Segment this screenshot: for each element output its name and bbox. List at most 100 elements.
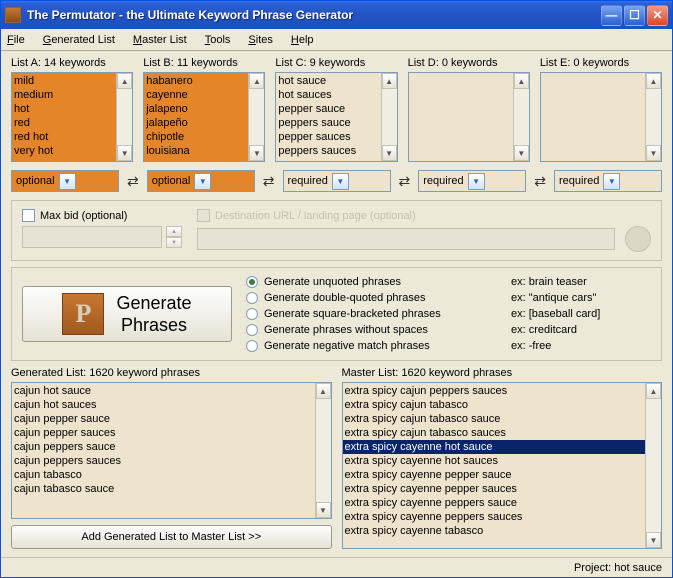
maxbid-stepper[interactable]: ▲▼ [166, 226, 182, 248]
list-item[interactable]: medium [14, 88, 114, 102]
list-item[interactable]: cajun tabasco [14, 468, 313, 482]
keyword-listbox[interactable]: ▲▼ [408, 72, 530, 162]
scroll-up-icon[interactable]: ▲ [249, 73, 264, 89]
list-item[interactable]: extra spicy cayenne peppers sauce [345, 496, 644, 510]
url-input[interactable] [197, 228, 615, 250]
titlebar[interactable]: The Permutator - the Ultimate Keyword Ph… [1, 1, 672, 29]
swap-button[interactable]: ⇄ [534, 173, 546, 190]
minimize-button[interactable]: — [601, 5, 622, 26]
radio-option[interactable]: Generate phrases without spaces [246, 324, 497, 336]
maxbid-input[interactable] [22, 226, 162, 248]
maxbid-check-row: Max bid (optional) [22, 209, 182, 222]
list-item[interactable]: hot sauce [278, 74, 378, 88]
keyword-listbox[interactable]: mildmediumhotredred hotvery hot ▲ ▼ [11, 72, 133, 162]
url-go-button[interactable] [625, 226, 651, 252]
list-item[interactable]: peppers sauce [278, 116, 378, 130]
list-item[interactable]: red [14, 116, 114, 130]
list-item[interactable]: extra spicy cayenne peppers sauces [345, 510, 644, 524]
master-list-label: Master List: 1620 keyword phrases [342, 367, 663, 379]
menu-tools[interactable]: Tools [205, 34, 231, 46]
chevron-down-icon: ▼ [194, 173, 211, 190]
opt-select[interactable]: required▼ [283, 170, 391, 192]
scroll-down-icon[interactable]: ▼ [514, 145, 529, 161]
radio-option[interactable]: Generate negative match phrases [246, 340, 497, 352]
list-item[interactable]: extra spicy cajun tabasco sauce [345, 412, 644, 426]
list-item[interactable]: hot sauces [278, 88, 378, 102]
list-item[interactable]: louisiana [146, 144, 246, 158]
radio-option[interactable]: Generate unquoted phrases [246, 276, 497, 288]
radio-option[interactable]: Generate double-quoted phrases [246, 292, 497, 304]
list-item[interactable]: mild [14, 74, 114, 88]
list-item[interactable]: red hot [14, 130, 114, 144]
opt-select[interactable]: optional▼ [147, 170, 255, 192]
master-listbox[interactable]: extra spicy cajun peppers saucesextra sp… [342, 382, 663, 549]
list-item[interactable]: jalapeno [146, 102, 246, 116]
list-item[interactable]: pepper sauce [278, 102, 378, 116]
list-item[interactable]: pepper sauces [278, 130, 378, 144]
scroll-up-icon[interactable]: ▲ [316, 383, 331, 399]
list-item[interactable]: cajun pepper sauce [14, 412, 313, 426]
scroll-down-icon[interactable]: ▼ [646, 145, 661, 161]
list-item[interactable]: extra spicy cayenne tabasco [345, 524, 644, 538]
list-item[interactable]: extra spicy cayenne pepper sauces [345, 482, 644, 496]
chevron-down-icon: ▼ [332, 173, 349, 190]
add-to-master-button[interactable]: Add Generated List to Master List >> [11, 525, 332, 549]
list-label: List D: 0 keywords [408, 57, 530, 69]
example-text: ex: "antique cars" [511, 292, 651, 304]
scroll-down-icon[interactable]: ▼ [249, 145, 264, 161]
list-item[interactable]: cajun peppers sauce [14, 440, 313, 454]
generated-listbox[interactable]: cajun hot saucecajun hot saucescajun pep… [11, 382, 332, 519]
scroll-down-icon[interactable]: ▼ [117, 145, 132, 161]
example-text: ex: creditcard [511, 324, 651, 336]
menu-master[interactable]: Master List [133, 34, 187, 46]
list-item[interactable]: extra spicy cayenne hot sauce [343, 440, 646, 454]
keyword-listbox[interactable]: habanerocayennejalapenojalapeñochipotlel… [143, 72, 265, 162]
list-item[interactable]: cajun tabasco sauce [14, 482, 313, 496]
list-item[interactable]: cayenne [146, 88, 246, 102]
generate-panel: GeneratePhrases Generate unquoted phrase… [11, 267, 662, 361]
list-item[interactable]: jalapeño [146, 116, 246, 130]
list-item[interactable]: cajun hot sauce [14, 384, 313, 398]
maximize-button[interactable]: ☐ [624, 5, 645, 26]
opt-select[interactable]: optional▼ [11, 170, 119, 192]
generate-button[interactable]: GeneratePhrases [22, 286, 232, 342]
list-item[interactable]: extra spicy cajun tabasco sauces [345, 426, 644, 440]
scroll-up-icon[interactable]: ▲ [646, 383, 661, 399]
menu-help[interactable]: Help [291, 34, 314, 46]
opt-select[interactable]: required▼ [418, 170, 526, 192]
keyword-listbox[interactable]: hot saucehot saucespepper saucepeppers s… [275, 72, 397, 162]
menu-generated[interactable]: Generated List [43, 34, 115, 46]
scroll-up-icon[interactable]: ▲ [382, 73, 397, 89]
list-item[interactable]: chipotle [146, 130, 246, 144]
swap-button[interactable]: ⇄ [127, 173, 139, 190]
list-item[interactable]: extra spicy cayenne pepper sauce [345, 468, 644, 482]
maxbid-checkbox[interactable] [22, 209, 35, 222]
list-item[interactable]: peppers sauces [278, 144, 378, 158]
scroll-up-icon[interactable]: ▲ [117, 73, 132, 89]
list-item[interactable]: extra spicy cajun tabasco [345, 398, 644, 412]
list-item[interactable]: extra spicy cayenne hot sauces [345, 454, 644, 468]
scroll-down-icon[interactable]: ▼ [316, 502, 331, 518]
list-item[interactable]: very hot [14, 144, 114, 158]
list-item[interactable]: extra spicy cajun peppers sauces [345, 384, 644, 398]
close-button[interactable]: ✕ [647, 5, 668, 26]
url-checkbox[interactable] [197, 209, 210, 222]
menu-file[interactable]: File [7, 34, 25, 46]
scroll-down-icon[interactable]: ▼ [646, 532, 661, 548]
list-item[interactable]: cajun peppers sauces [14, 454, 313, 468]
list-item[interactable]: cajun hot sauces [14, 398, 313, 412]
scroll-down-icon[interactable]: ▼ [382, 145, 397, 161]
radio-option[interactable]: Generate square-bracketed phrases [246, 308, 497, 320]
list-item[interactable]: habanero [146, 74, 246, 88]
swap-button[interactable]: ⇄ [263, 173, 275, 190]
scroll-up-icon[interactable]: ▲ [646, 73, 661, 89]
project-label: Project: hot sauce [574, 562, 662, 574]
swap-button[interactable]: ⇄ [399, 173, 411, 190]
chevron-down-icon: ▼ [59, 173, 76, 190]
list-item[interactable]: hot [14, 102, 114, 116]
menu-sites[interactable]: Sites [248, 34, 272, 46]
keyword-listbox[interactable]: ▲▼ [540, 72, 662, 162]
opt-select[interactable]: required▼ [554, 170, 662, 192]
list-item[interactable]: cajun pepper sauces [14, 426, 313, 440]
scroll-up-icon[interactable]: ▲ [514, 73, 529, 89]
